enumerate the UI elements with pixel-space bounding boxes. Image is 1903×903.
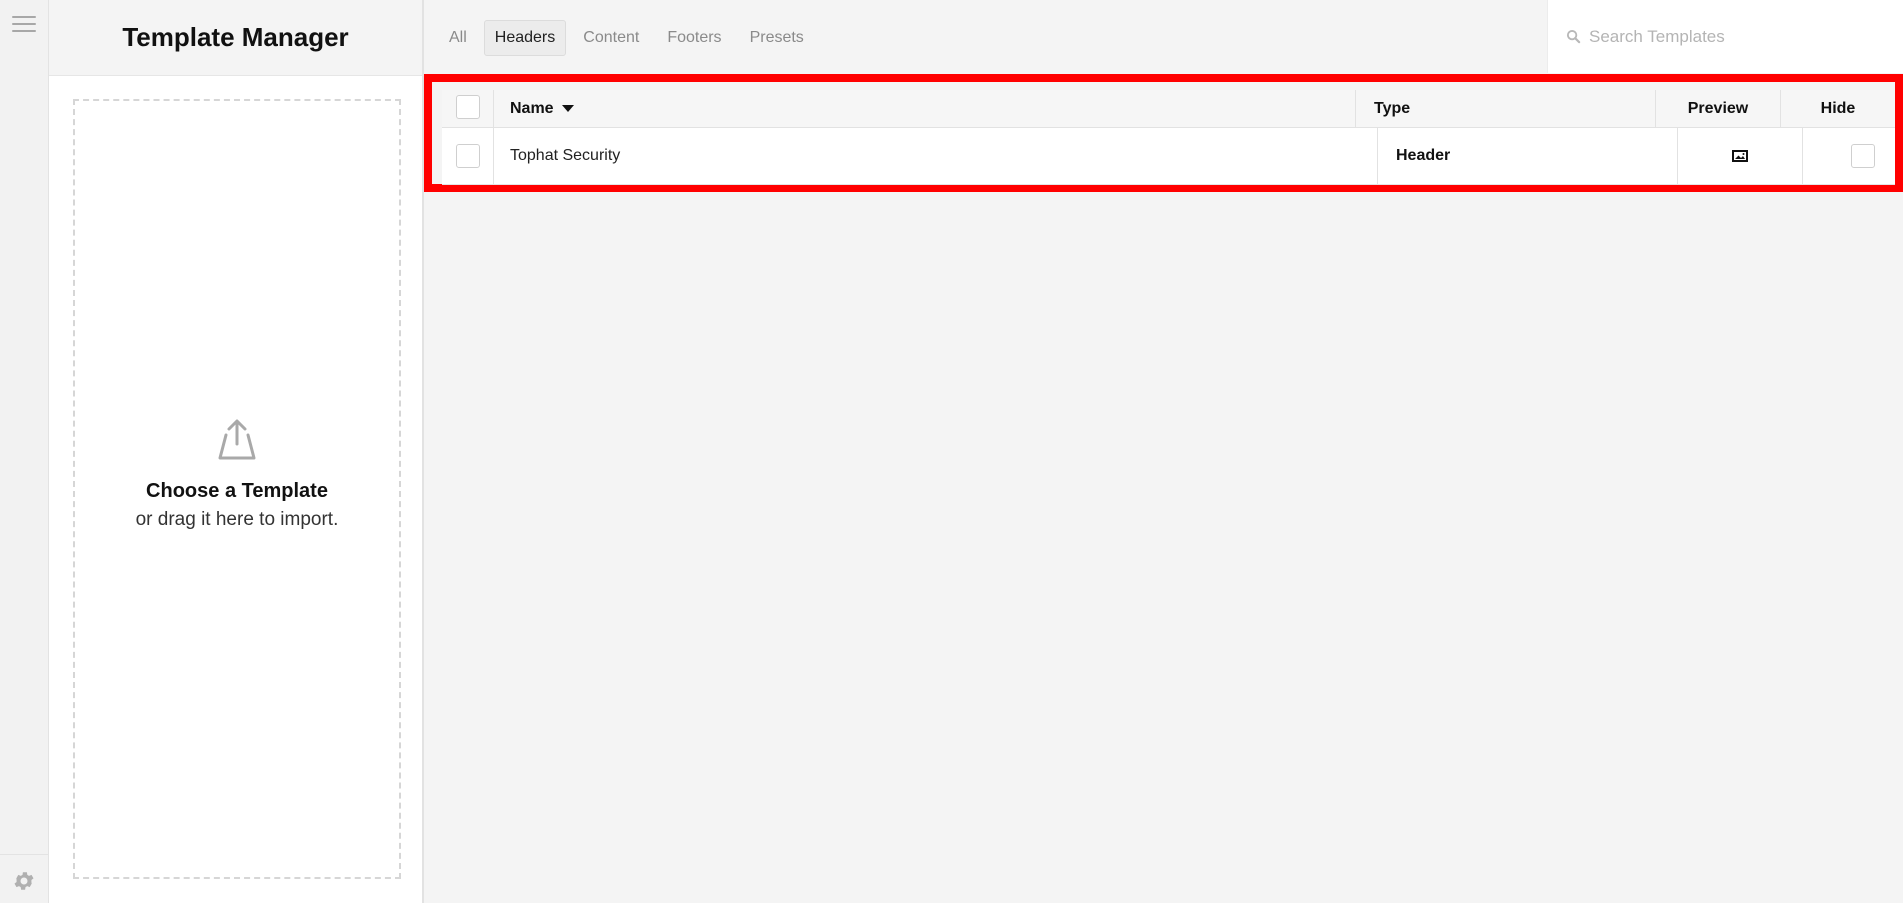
sort-caret-icon[interactable] (561, 105, 574, 112)
row-hide-checkbox[interactable] (1851, 144, 1875, 168)
hamburger-icon[interactable] (12, 16, 36, 36)
template-panel: Template Manager Choose a Template or dr… (49, 0, 424, 903)
templates-table: Name Type Preview Hide Tophat Security H… (442, 90, 1895, 185)
column-header-type[interactable]: Type (1356, 90, 1656, 127)
app: Template Manager Choose a Template or dr… (0, 0, 1903, 903)
image-icon[interactable] (1731, 148, 1749, 164)
upload-icon (218, 419, 256, 459)
rail-divider (0, 854, 49, 855)
tab-content[interactable]: Content (572, 20, 650, 56)
table-row[interactable]: Tophat Security Header (442, 128, 1895, 185)
panel-title: Template Manager (122, 22, 349, 52)
row-select-checkbox[interactable] (455, 144, 480, 168)
row-preview-cell (1678, 128, 1803, 184)
row-name-cell: Tophat Security (494, 128, 1378, 184)
tab-presets[interactable]: Presets (739, 20, 815, 56)
column-header-preview: Preview (1656, 90, 1781, 127)
top-bar: All Headers Content Footers Presets (424, 0, 1903, 73)
tab-footers[interactable]: Footers (656, 20, 732, 56)
left-rail (0, 0, 49, 903)
search-input[interactable] (1589, 26, 1879, 47)
main-area: All Headers Content Footers Presets Sear… (424, 0, 1903, 903)
column-header-type-label: Type (1374, 99, 1411, 117)
template-dropzone[interactable]: Choose a Template or drag it here to imp… (73, 99, 401, 879)
dropzone-title: Choose a Template (146, 479, 328, 502)
column-header-name-label: Name (510, 99, 554, 117)
column-header-preview-label: Preview (1687, 99, 1749, 117)
select-all-checkbox[interactable] (455, 94, 480, 119)
row-type-cell: Header (1378, 128, 1678, 184)
row-type: Header (1396, 147, 1451, 164)
panel-header: Template Manager (49, 0, 422, 76)
gear-icon[interactable] (12, 869, 36, 893)
tab-headers[interactable]: Headers (483, 20, 567, 56)
filter-tabs: All Headers Content Footers Presets (438, 20, 815, 56)
table-header: Name Type Preview Hide (442, 90, 1895, 128)
tab-all[interactable]: All (438, 20, 478, 56)
row-hide-cell (1803, 128, 1895, 184)
row-select-cell (442, 128, 494, 184)
highlighted-table-region: Name Type Preview Hide Tophat Security H… (424, 74, 1903, 192)
row-name: Tophat Security (510, 147, 621, 164)
dropzone-subtitle: or drag it here to import. (135, 508, 339, 530)
search-icon (1566, 29, 1581, 44)
column-header-hide-label: Hide (1820, 99, 1856, 117)
column-header-hide: Hide (1781, 90, 1895, 127)
header-select-cell (442, 90, 494, 127)
search-box (1547, 0, 1903, 73)
column-header-name[interactable]: Name (494, 90, 1356, 127)
